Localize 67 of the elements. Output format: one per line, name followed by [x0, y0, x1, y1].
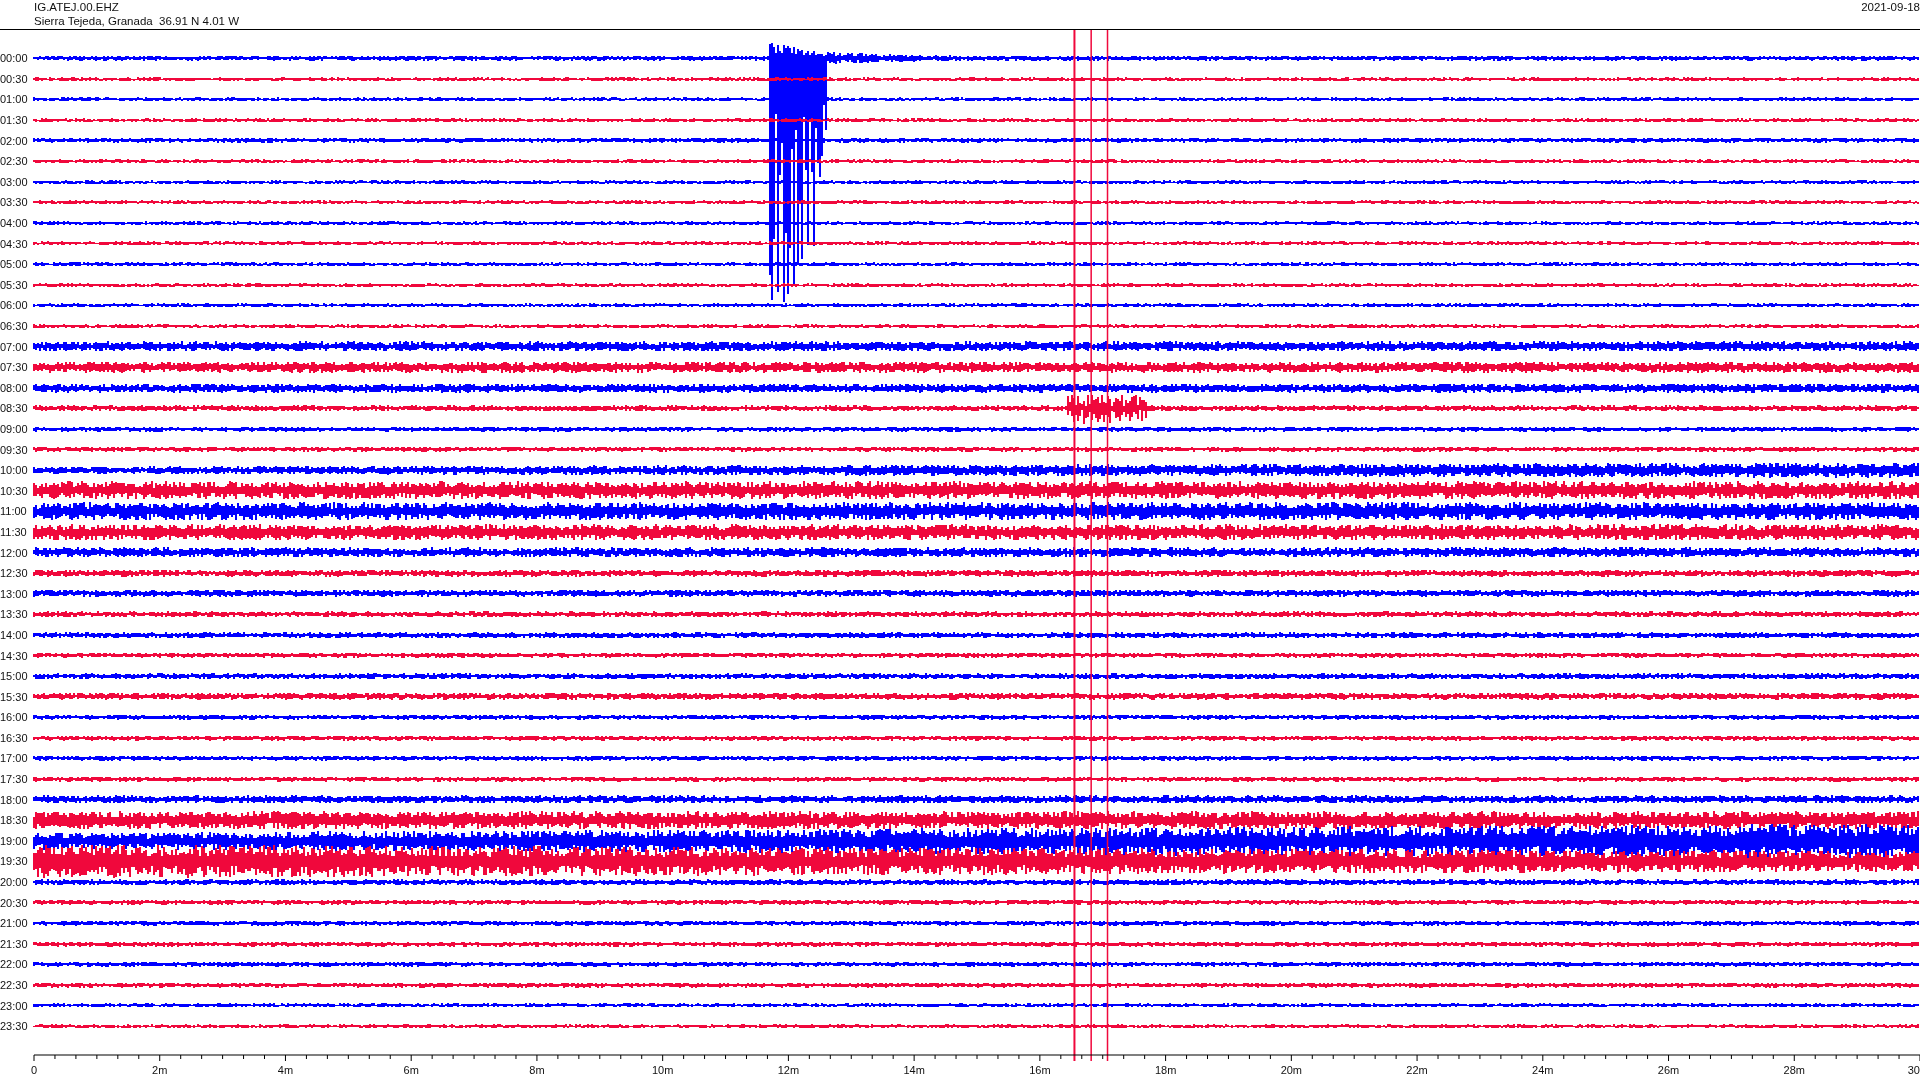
time-label: 21:30: [0, 937, 29, 950]
axis-tick-label: 6m: [403, 1064, 419, 1076]
axis-tick-label: 26m: [1657, 1064, 1680, 1076]
time-label: 05:30: [0, 278, 29, 291]
time-label: 15:00: [0, 670, 29, 683]
time-label: 04:00: [0, 217, 29, 230]
time-label: 21:00: [0, 917, 29, 930]
axis-tick-label: 16m: [1029, 1064, 1051, 1076]
axis-tick-label: 0: [30, 1064, 38, 1076]
time-label: 00:30: [0, 72, 29, 85]
time-label: 08:00: [0, 381, 29, 394]
axis-tick-label: 2m: [152, 1064, 168, 1076]
time-label: 04:30: [0, 237, 29, 250]
date-label: 2021-09-18: [1861, 0, 1920, 15]
time-label: 17:30: [0, 773, 29, 786]
time-label: 16:30: [0, 731, 29, 744]
axis-tick-label: 10m: [651, 1064, 674, 1076]
axis-tick-label: 4m: [277, 1064, 294, 1076]
axis-tick-label: 14m: [903, 1064, 925, 1076]
axis-tick-label: 22m: [1406, 1064, 1428, 1076]
time-label: 06:00: [0, 299, 29, 312]
time-label: 01:30: [0, 114, 29, 127]
time-label: 08:30: [0, 402, 29, 415]
time-label: 09:30: [0, 443, 29, 456]
time-label: 06:30: [0, 320, 29, 332]
time-label: 10:30: [0, 484, 29, 497]
time-label: 09:00: [0, 423, 29, 435]
time-label: 18:30: [0, 814, 29, 827]
time-label: 00:00: [0, 52, 29, 65]
time-label: 12:30: [0, 567, 29, 580]
time-label: 12:00: [0, 546, 29, 559]
time-label: 16:00: [0, 711, 29, 724]
time-label: 23:00: [0, 999, 29, 1012]
time-label: 22:30: [0, 979, 29, 991]
axis-tick-label: 8m: [529, 1064, 545, 1076]
time-label: 10:00: [0, 464, 29, 477]
time-label: 05:00: [0, 258, 29, 271]
time-label: 19:00: [0, 834, 29, 847]
time-label: 22:00: [0, 958, 29, 971]
time-label: 03:30: [0, 196, 29, 209]
time-label: 11:00: [0, 505, 28, 518]
time-label: 14:30: [0, 649, 29, 662]
time-label: 02:30: [0, 155, 29, 168]
time-label: 02:00: [0, 134, 29, 147]
axis-tick-label: 18m: [1154, 1064, 1177, 1076]
time-label: 07:00: [0, 340, 29, 353]
time-label: 13:00: [0, 587, 29, 600]
time-label: 18:00: [0, 793, 29, 806]
axis-tick-label: 28m: [1783, 1064, 1805, 1076]
time-label: 23:30: [0, 1020, 29, 1033]
time-label: 13:30: [0, 608, 29, 621]
axis-tick-label: 30: [1907, 1064, 1920, 1076]
time-label: 14:00: [0, 628, 29, 641]
station-code: IG.ATEJ.00.EHZ: [34, 0, 120, 14]
time-label: 20:00: [0, 876, 29, 889]
axis-tick-label: 20m: [1280, 1064, 1303, 1076]
axis-tick-label: 12m: [777, 1064, 800, 1076]
time-label: 17:00: [0, 752, 29, 765]
time-label: 03:00: [0, 175, 29, 188]
time-label: 11:30: [0, 525, 28, 538]
time-label: 15:30: [0, 690, 29, 703]
time-label: 20:30: [0, 896, 29, 909]
time-label: 19:30: [0, 855, 29, 868]
axis-tick-label: 24m: [1532, 1064, 1554, 1076]
time-label: 07:30: [0, 361, 29, 374]
station-location: Sierra Tejeda, Granada 36.91 N 4.01 W: [34, 14, 239, 28]
time-label: 01:00: [0, 93, 29, 106]
